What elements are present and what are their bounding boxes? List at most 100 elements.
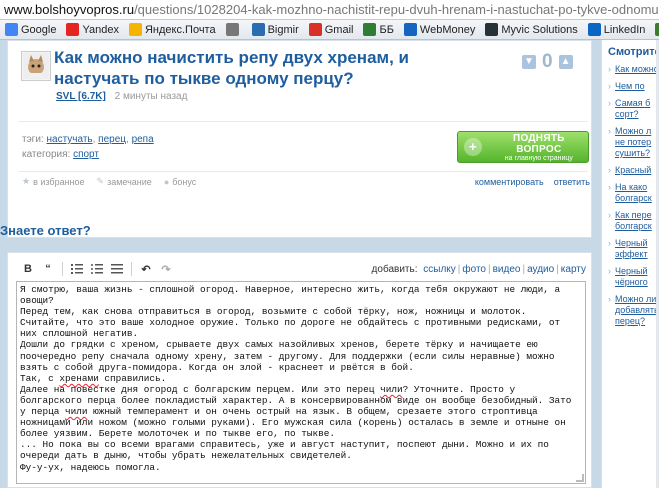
- chevron-right-icon: ›: [608, 294, 611, 304]
- bookmark-item[interactable]: Myvic Solutions: [480, 20, 582, 39]
- tag-link[interactable]: перец: [98, 134, 126, 145]
- sidebar-link-label: Черный чёрного: [615, 266, 648, 287]
- quote-button[interactable]: “: [38, 260, 58, 278]
- bookmark-item[interactable]: Proz.com: [650, 20, 659, 39]
- author-link[interactable]: SVL [6.7K]: [56, 91, 106, 102]
- gmail-icon: [308, 23, 322, 36]
- bullet-list-icon[interactable]: [87, 260, 107, 278]
- sidebar-link-label: Можно ли добавлять перец?: [615, 294, 659, 326]
- note-action[interactable]: ✎ замечание: [97, 176, 152, 187]
- address-bar[interactable]: www.bolshoyvopros.ru/questions/1028204-k…: [0, 0, 659, 20]
- bookmark-item[interactable]: [221, 20, 247, 39]
- pencil-icon: ✎: [96, 176, 105, 186]
- tags-line: тэги: настучать, перец, репа: [22, 134, 154, 145]
- bookmark-label: WebMoney: [419, 23, 476, 36]
- bookmark-item[interactable]: LinkedIn: [583, 20, 651, 39]
- sidebar-link-label: Самая б сорт?: [615, 98, 651, 119]
- undo-icon[interactable]: ↶: [136, 260, 156, 278]
- sidebar-link-label: Чем по: [615, 81, 645, 91]
- sidebar-link[interactable]: › Самая б сорт?: [602, 98, 659, 120]
- sidebar-link-label: Как пере болгарск: [615, 210, 652, 231]
- proz-icon: [655, 23, 659, 36]
- bookmark-label: Яндекс.Почта: [144, 23, 216, 36]
- yandex-icon: [66, 23, 80, 36]
- bold-button[interactable]: B: [18, 260, 38, 278]
- category-link[interactable]: спорт: [73, 149, 99, 160]
- bookmark-item[interactable]: Яндекс.Почта: [124, 20, 221, 39]
- resize-handle[interactable]: [576, 474, 584, 482]
- sidebar-link[interactable]: › Черный чёрного: [602, 266, 659, 288]
- add-map-button[interactable]: карту: [561, 264, 586, 275]
- add-photo-button[interactable]: фото: [462, 264, 486, 275]
- bookmarks-bar: Google Yandex Яндекс.Почта Bigmir Gmail ББ Web…: [0, 20, 659, 40]
- related-sidebar: Смотрите также › Как можно › Чем по › Самая б…: [601, 40, 659, 488]
- sidebar-link-label: Как можно: [615, 64, 659, 74]
- bookmark-label: Yandex: [82, 23, 119, 36]
- avatar[interactable]: [21, 51, 51, 81]
- sidebar-link[interactable]: › Как пере болгарск: [602, 210, 659, 232]
- sidebar-link[interactable]: › Можно л не потер сушить?: [602, 126, 659, 159]
- chevron-right-icon: ›: [608, 126, 611, 136]
- add-video-button[interactable]: видео: [493, 264, 521, 275]
- bookmark-item[interactable]: WebMoney: [399, 20, 480, 39]
- toolbar-separator: [62, 262, 63, 276]
- chevron-right-icon: ›: [608, 64, 611, 74]
- redo-icon[interactable]: ↷: [156, 260, 176, 278]
- align-icon[interactable]: [107, 260, 127, 278]
- answer-text-line: Перед тем, как снова отправиться в огоро…: [20, 306, 561, 340]
- sidebar-link[interactable]: › Черный эффект: [602, 238, 659, 260]
- sidebar-heading: Смотрите также: [608, 46, 659, 58]
- add-link-button[interactable]: ссылку: [423, 264, 456, 275]
- bookmark-label: Bigmir: [267, 23, 299, 36]
- sidebar-link[interactable]: › Чем по: [602, 81, 659, 92]
- sidebar-link[interactable]: › Как можно: [602, 64, 659, 75]
- sidebar-link-label: На како болгарск: [615, 182, 652, 203]
- raise-question-button[interactable]: + ПОДНЯТЬ ВОПРОС на главную страницу: [457, 131, 589, 163]
- bookmark-item[interactable]: Bigmir: [247, 20, 304, 39]
- answer-text-line: Так, с хренами справились.: [20, 372, 167, 384]
- bookmark-label: Gmail: [324, 23, 354, 36]
- url-host: www.bolshoyvopros.ru: [4, 2, 135, 17]
- toolbar-separator: [131, 262, 132, 276]
- category-line: категория: спорт: [22, 149, 99, 160]
- answer-text-line: Фу-у-ух, надеюсь помогла.: [20, 461, 161, 473]
- cat-avatar-icon: [23, 53, 49, 79]
- answer-text-line: ... Но пока вы со всеми врагами справите…: [20, 439, 549, 462]
- answer-link[interactable]: ответить: [554, 177, 590, 187]
- favorites-action[interactable]: ★ в избранное: [22, 176, 85, 187]
- chevron-right-icon: ›: [608, 81, 611, 91]
- ordered-list-icon[interactable]: [67, 260, 87, 278]
- bookmark-label: Myvic Solutions: [501, 23, 578, 36]
- raise-question-sublabel: на главную страницу: [504, 154, 573, 162]
- sidebar-link[interactable]: › На како болгарск: [602, 182, 659, 204]
- add-label: добавить:: [371, 263, 418, 275]
- vote-up-icon[interactable]: ▲: [558, 55, 573, 69]
- bookmark-label: LinkedIn: [603, 23, 646, 36]
- chevron-right-icon: ›: [608, 266, 611, 276]
- bookmark-item[interactable]: Yandex: [61, 20, 124, 39]
- chevron-right-icon: ›: [608, 98, 611, 108]
- answer-textarea[interactable]: Я смотрю, ваша жизнь - сплошной огород. …: [16, 281, 586, 484]
- bonus-action[interactable]: ● бонус: [164, 177, 196, 187]
- answer-heading: Знаете ответ?: [0, 223, 91, 238]
- bookmark-label: Google: [21, 23, 57, 36]
- tag-link[interactable]: настучать: [46, 134, 92, 145]
- chevron-right-icon: ›: [608, 182, 611, 192]
- bookmark-item[interactable]: ББ: [358, 20, 398, 39]
- bookmark-item[interactable]: Google: [0, 20, 61, 39]
- play-icon: [225, 23, 239, 36]
- note-label: замечание: [107, 176, 152, 187]
- bookmark-item[interactable]: Gmail: [304, 20, 359, 39]
- mail-icon: [128, 23, 142, 36]
- myvic-icon: [485, 23, 499, 36]
- question-title[interactable]: Как можно начистить репу двух хренам, и …: [54, 47, 474, 89]
- divider: [18, 121, 588, 122]
- sidebar-link[interactable]: › Можно ли добавлять перец?: [602, 294, 659, 327]
- comment-link[interactable]: комментировать: [475, 177, 544, 187]
- add-media-links: добавить: ссылку | фото | видео | аудио | карту: [371, 263, 586, 275]
- editor-toolbar: B “ ↶ ↷ добавить: ссылку | фото | видео | ауди…: [18, 259, 586, 279]
- sidebar-link[interactable]: › Красный: [602, 165, 659, 176]
- tag-link[interactable]: репа: [132, 134, 154, 145]
- vote-down-icon[interactable]: ▼: [522, 55, 536, 69]
- add-audio-button[interactable]: аудио: [527, 264, 554, 275]
